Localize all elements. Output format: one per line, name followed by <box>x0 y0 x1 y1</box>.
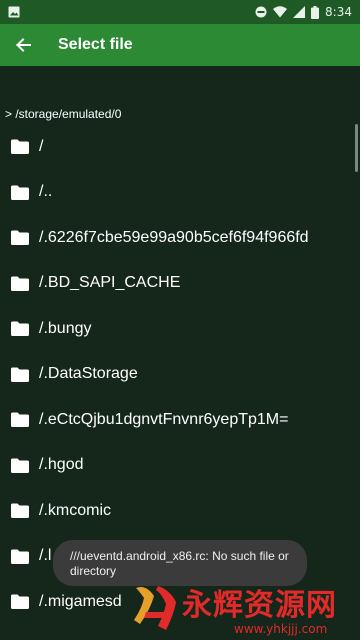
watermark: 永辉资源网 www.yhkjjj.com <box>130 578 360 640</box>
folder-icon <box>0 458 38 473</box>
file-name: /.6226f7cbe59e99a90b5cef6f94f966fd <box>39 228 309 246</box>
app-bar: Select file <box>0 24 360 66</box>
file-name: /.l <box>39 547 52 565</box>
page-title: Select file <box>58 36 133 53</box>
folder-icon <box>0 549 38 564</box>
watermark-logo <box>134 586 176 630</box>
folder-icon <box>0 594 38 610</box>
file-name: /.BD_SAPI_CACHE <box>39 274 181 292</box>
file-name: /.eCtcQjbu1dgnvtFnvnr6yepTp1M= <box>39 410 289 428</box>
battery-icon <box>311 5 320 19</box>
file-name: /.kmcomic <box>39 501 111 519</box>
watermark-text: 永辉资源网 <box>182 588 337 623</box>
back-button[interactable] <box>0 24 46 66</box>
wifi-icon <box>273 6 288 18</box>
current-path: > /storage/emulated/0 <box>5 107 122 121</box>
file-name: / <box>39 137 44 155</box>
folder-icon <box>0 367 38 382</box>
list-item[interactable]: /.BD_SAPI_CACHE <box>0 261 360 307</box>
list-item[interactable]: / <box>0 124 360 170</box>
signal-icon <box>293 6 306 18</box>
status-time: 8:34 <box>325 5 352 19</box>
watermark-url: www.yhkjjj.com <box>234 622 328 636</box>
list-item[interactable]: /.. <box>0 170 360 216</box>
list-item[interactable]: /.kmcomic <box>0 488 360 534</box>
image-icon <box>8 6 20 18</box>
back-arrow-icon <box>16 38 31 52</box>
list-item[interactable]: /.6226f7cbe59e99a90b5cef6f94f966fd <box>0 215 360 261</box>
folder-icon <box>0 185 38 200</box>
status-bar: 8:34 <box>0 0 360 24</box>
scrollbar[interactable] <box>355 124 358 172</box>
folder-icon <box>0 412 38 428</box>
dnd-icon <box>255 6 267 18</box>
file-name: /.migamesd <box>39 592 122 610</box>
folder-icon <box>0 139 38 155</box>
file-name: /.bungy <box>39 319 92 337</box>
file-name: /.DataStorage <box>39 365 138 383</box>
folder-icon <box>0 230 38 246</box>
list-item[interactable]: /.hgod <box>0 443 360 489</box>
list-item[interactable]: /.eCtcQjbu1dgnvtFnvnr6yepTp1M= <box>0 397 360 443</box>
folder-icon <box>0 276 38 291</box>
list-item[interactable]: /.bungy <box>0 306 360 352</box>
folder-icon <box>0 503 38 519</box>
file-name: /.hgod <box>39 456 84 474</box>
file-name: /.. <box>39 183 53 201</box>
list-item[interactable]: /.DataStorage <box>0 352 360 398</box>
folder-icon <box>0 321 38 337</box>
